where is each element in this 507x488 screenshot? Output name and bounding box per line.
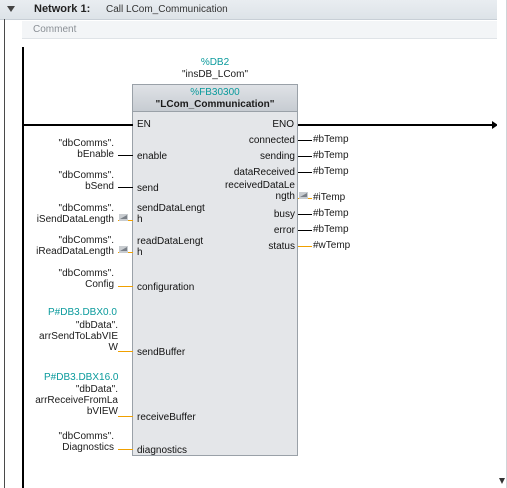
instance-db-name[interactable]: "insDB_LCom" (132, 69, 298, 80)
pin-error: error (273, 225, 295, 236)
operand-data-received[interactable]: #bTemp (313, 166, 349, 177)
wire-send (118, 187, 133, 188)
pin-sending: sending (259, 151, 295, 162)
network-title: Network 1: (34, 3, 91, 15)
operand-enable[interactable]: "dbComms". bEnable (30, 138, 114, 160)
pin-diagnostics: diagnostics (137, 445, 188, 456)
pin-send-buffer: sendBuffer (137, 347, 186, 358)
eno-wire (298, 124, 495, 126)
network-header[interactable]: Network 1: Call LCom_Communication (0, 0, 507, 20)
operand-error[interactable]: #bTemp (313, 224, 349, 235)
vertical-scrollbar[interactable] (497, 0, 507, 488)
pin-eno: ENO (272, 119, 294, 130)
receive-buffer-address: P#DB3.DBX16.0 (44, 372, 119, 383)
wire-configuration (118, 286, 133, 287)
operand-busy[interactable]: #bTemp (313, 208, 349, 219)
type-conversion-icon (119, 246, 128, 253)
wire-busy (298, 214, 312, 215)
wire-enable (118, 155, 133, 156)
send-buffer-address: P#DB3.DBX0.0 (48, 307, 117, 318)
pin-send: send (137, 183, 159, 194)
fb-name: "LCom_Communication" (155, 99, 275, 110)
pin-en: EN (137, 119, 151, 130)
pin-read-data-length: readDataLengt h (137, 236, 204, 258)
wire-send-buffer (118, 351, 133, 352)
wire-sending (298, 156, 312, 157)
function-block-header: %FB30300 "LCom_Communication" (132, 84, 298, 112)
en-wire (24, 124, 133, 126)
comment-placeholder: Comment (33, 24, 77, 35)
wire-error (298, 230, 312, 231)
fb-address: %FB30300 (190, 87, 240, 98)
pin-data-received: dataReceived (233, 167, 295, 178)
pin-received-data-length: receivedDataLe ngth (224, 180, 295, 202)
operand-receive-buffer[interactable]: "dbData". arrReceiveFromLa bVIEW (20, 384, 118, 417)
pin-enable: enable (137, 151, 168, 162)
operand-send[interactable]: "dbComms". bSend (30, 170, 114, 192)
left-power-rail (22, 47, 24, 488)
operand-status[interactable]: #wTemp (313, 240, 350, 251)
pin-receive-buffer: receiveBuffer (137, 412, 196, 423)
wire-diagnostics (118, 449, 133, 450)
pin-send-data-length: sendDataLengt h (137, 203, 205, 225)
type-conversion-icon (119, 214, 128, 221)
wire-receive-buffer (118, 416, 133, 417)
pin-configuration: configuration (137, 282, 195, 293)
operand-connected[interactable]: #bTemp (313, 134, 349, 145)
wire-status (298, 246, 312, 247)
collapse-chevron-icon[interactable] (5, 3, 17, 15)
editor-gutter-line (4, 19, 5, 488)
type-conversion-icon (299, 192, 308, 199)
operand-received-data-length[interactable]: #iTemp (313, 192, 345, 203)
operand-read-data-length[interactable]: "dbComms". iReadDataLength (30, 235, 114, 257)
pin-busy: busy (273, 209, 295, 220)
network-description[interactable]: Call LCom_Communication (106, 4, 228, 15)
operand-sending[interactable]: #bTemp (313, 150, 349, 161)
pin-connected: connected (248, 135, 295, 146)
operand-diagnostics[interactable]: "dbComms". Diagnostics (30, 431, 114, 453)
operand-send-buffer[interactable]: "dbData". arrSendToLabVIE W (20, 320, 118, 353)
operand-configuration[interactable]: "dbComms". Config (30, 268, 114, 290)
instance-db-address: %DB2 (200, 57, 230, 68)
pin-status: status (268, 241, 295, 252)
operand-send-data-length[interactable]: "dbComms". iSendDataLength (30, 203, 114, 225)
wire-connected (298, 140, 312, 141)
network-comment-field[interactable]: Comment (22, 21, 507, 39)
wire-data-received (298, 172, 312, 173)
